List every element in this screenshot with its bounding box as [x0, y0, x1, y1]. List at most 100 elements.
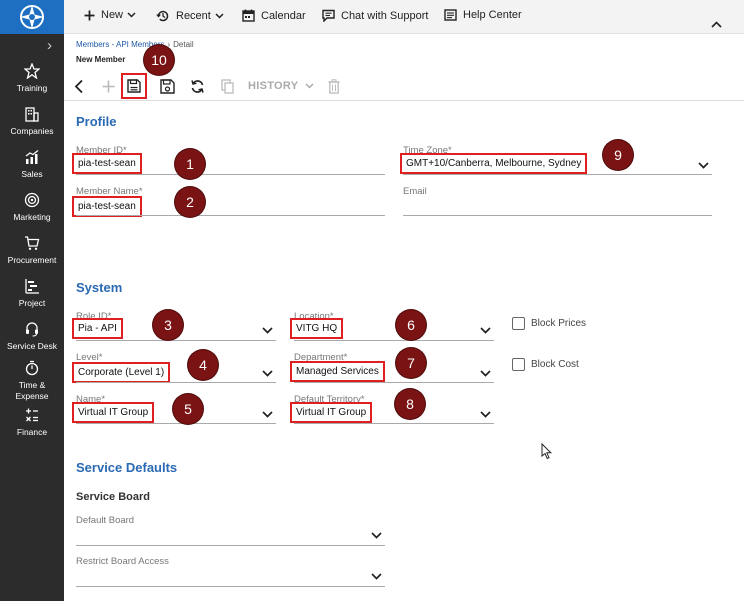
- sidebar-item-finance[interactable]: Finance: [0, 407, 64, 438]
- role-id-label: Role ID*: [76, 311, 112, 322]
- sidebar-item-label: Time &: [18, 380, 46, 390]
- section-system-title: System: [76, 280, 123, 295]
- headset-icon: [26, 322, 38, 337]
- chat-label: Chat with Support: [341, 9, 429, 22]
- restrict-board-access-select[interactable]: [76, 569, 80, 571]
- location-underline: [294, 340, 494, 341]
- sidebar-item-sales[interactable]: Sales: [0, 149, 64, 180]
- sidebar-item-marketing[interactable]: Marketing: [0, 192, 64, 223]
- name-select[interactable]: Virtual IT Group: [71, 402, 155, 423]
- section-service-defaults-title: Service Defaults: [76, 460, 178, 475]
- target-icon: [24, 192, 40, 208]
- annotation-badge-7: 7: [396, 348, 426, 378]
- annotation-badge-8: 8: [395, 389, 425, 419]
- calendar-icon: [242, 9, 255, 22]
- history-menu-button[interactable]: HISTORY: [248, 80, 314, 92]
- chevron-down-icon[interactable]: [371, 532, 382, 539]
- record-toolbar: HISTORY: [64, 72, 744, 101]
- level-select[interactable]: Corporate (Level 1): [71, 362, 171, 383]
- refresh-icon[interactable]: [190, 79, 205, 94]
- calculator-icon: [26, 408, 38, 422]
- chevron-down-icon[interactable]: [480, 370, 491, 377]
- sidebar-item-companies[interactable]: Companies: [0, 106, 64, 137]
- email-field[interactable]: [404, 200, 408, 202]
- chat-support-button[interactable]: Chat with Support: [322, 9, 428, 22]
- recent-menu-button[interactable]: Recent: [156, 9, 230, 23]
- calendar-button[interactable]: Calendar: [242, 9, 306, 22]
- level-label: Level*: [76, 352, 103, 363]
- chevron-down-icon[interactable]: [262, 327, 273, 334]
- top-bar: New Recent Calendar Chat with Support He…: [64, 0, 744, 34]
- save-floppy-icon: [127, 79, 141, 93]
- block-prices-checkbox[interactable]: [512, 317, 525, 330]
- help-window-icon: [444, 9, 457, 21]
- member-name-underline: [76, 215, 385, 216]
- breadcrumb-current: Detail: [173, 40, 194, 49]
- department-label: Department*: [294, 352, 348, 363]
- name-underline: [76, 423, 276, 424]
- member-id-label: Member ID*: [76, 145, 127, 156]
- default-board-label: Default Board: [76, 515, 135, 526]
- chevron-down-icon[interactable]: [371, 573, 382, 580]
- level-underline: [76, 382, 276, 383]
- sidebar-item-service-desk[interactable]: Service Desk: [0, 321, 64, 352]
- trash-icon[interactable]: [328, 79, 340, 94]
- chevron-down-icon: [215, 13, 224, 19]
- chart-icon: [25, 150, 39, 164]
- annotation-badge-10: 10: [144, 45, 174, 75]
- chevron-up-icon[interactable]: [711, 21, 722, 28]
- history-label: HISTORY: [248, 80, 299, 92]
- chevron-down-icon[interactable]: [480, 327, 491, 334]
- sidebar-item-project[interactable]: Project: [0, 278, 64, 309]
- chevron-down-icon[interactable]: [480, 411, 491, 418]
- help-center-button[interactable]: Help Center: [444, 9, 522, 21]
- chevron-down-icon: [127, 12, 136, 18]
- gantt-icon: [25, 279, 39, 294]
- compass-logo-icon: [20, 5, 44, 29]
- back-arrow-icon[interactable]: [74, 79, 84, 94]
- annotation-badge-5: 5: [173, 394, 203, 424]
- block-cost-checkbox[interactable]: [512, 358, 525, 371]
- save-button[interactable]: [121, 73, 147, 99]
- sidebar-item-label: Service Desk: [6, 341, 58, 351]
- annotation-badge-6: 6: [396, 310, 426, 340]
- sidebar-item-label: Companies: [10, 126, 54, 136]
- calendar-label: Calendar: [261, 9, 306, 22]
- department-select[interactable]: Managed Services: [290, 361, 385, 382]
- app-logo[interactable]: [0, 0, 64, 34]
- chevron-down-icon: [305, 83, 314, 89]
- location-label: Location*: [294, 311, 334, 322]
- email-underline: [403, 215, 712, 216]
- time-zone-select[interactable]: GMT+10/Canberra, Melbourne, Sydney: [399, 153, 588, 174]
- mouse-cursor-icon: [541, 443, 553, 460]
- star-icon: [24, 63, 40, 79]
- plus-icon: [84, 10, 95, 20]
- chevron-down-icon[interactable]: [698, 162, 709, 169]
- chevron-down-icon[interactable]: [262, 370, 273, 377]
- role-id-select[interactable]: Pia - API: [72, 318, 123, 339]
- default-territory-label: Default Territory*: [294, 394, 365, 405]
- chevron-down-icon[interactable]: [262, 411, 273, 418]
- member-name-field[interactable]: pia-test-sean: [72, 196, 142, 217]
- save-and-close-icon[interactable]: [160, 79, 175, 94]
- new-menu-button[interactable]: New: [84, 9, 142, 21]
- sidebar-item-time-expense[interactable]: Time & Expense: [0, 360, 64, 402]
- member-name-label: Member Name*: [76, 186, 143, 197]
- location-select[interactable]: VITG HQ: [289, 318, 344, 339]
- default-board-select[interactable]: [76, 528, 80, 530]
- new-label: New: [101, 9, 124, 21]
- default-territory-underline: [294, 423, 494, 424]
- member-id-field[interactable]: pia-test-sean: [72, 153, 142, 174]
- sidebar-item-label: Training: [16, 83, 48, 93]
- expand-sidebar-chevron-icon[interactable]: ›: [47, 38, 52, 53]
- annotation-badge-9: 9: [603, 140, 633, 170]
- sidebar-item-label-line2: Expense: [15, 391, 49, 401]
- breadcrumb: Members - API Members › Detail: [76, 40, 194, 49]
- add-plus-icon[interactable]: [102, 80, 115, 93]
- sidebar-item-procurement[interactable]: Procurement: [0, 235, 64, 266]
- default-territory-select[interactable]: Virtual IT Group: [289, 402, 373, 423]
- sidebar-item-training[interactable]: Training: [0, 63, 64, 94]
- copy-icon[interactable]: [221, 79, 234, 94]
- sidebar: › Training Companies Sales Marketing Pro…: [0, 0, 64, 601]
- history-clock-icon: [156, 10, 169, 22]
